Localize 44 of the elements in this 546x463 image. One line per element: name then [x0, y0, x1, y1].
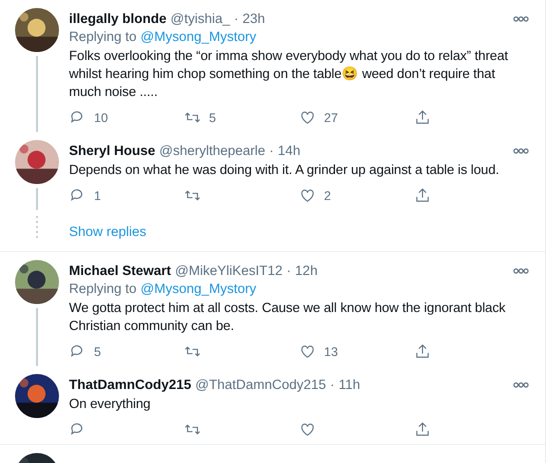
user-name[interactable]: Michael Stewart: [69, 263, 172, 278]
share-icon: [414, 343, 431, 360]
user-handle[interactable]: @ThatDamnCody215: [195, 377, 326, 392]
like-icon: [299, 109, 316, 126]
separator-dot: ·: [269, 143, 274, 158]
like-button[interactable]: 27: [299, 109, 414, 126]
reply-button[interactable]: 5: [69, 343, 184, 360]
tweet-text: We gotta protect him at all costs. Cause we all know how the ignorant black Christian community can be.: [69, 299, 506, 335]
timestamp[interactable]: 12h: [295, 263, 318, 278]
tweet-text: Folks overlooking the “or imma show everybody what you do to relax” threat whilst hearing him chop something on the table😆 weed don’t require that much noise .....: [69, 47, 509, 101]
replying-label: Replying to: [69, 281, 137, 296]
like-button[interactable]: 13: [299, 343, 414, 360]
more-icon[interactable]: [513, 148, 529, 154]
user-handle[interactable]: @sherylthepearle: [159, 143, 266, 158]
like-icon: [299, 343, 316, 360]
reply-button[interactable]: 10: [69, 109, 184, 126]
user-handle[interactable]: @tyishia_: [170, 11, 230, 26]
separator-dot: ·: [330, 377, 335, 392]
mention-link[interactable]: @Mysong_Mystory: [140, 281, 256, 296]
show-replies-link[interactable]: Show replies: [69, 224, 146, 239]
separator-dot: ·: [234, 11, 239, 26]
replying-label: Replying to: [69, 29, 137, 44]
reply-button[interactable]: 1: [69, 187, 184, 204]
user-name[interactable]: ThatDamnCody215: [69, 377, 192, 392]
like-icon: [299, 187, 316, 204]
tweet-text: On everything: [69, 395, 152, 413]
user-name[interactable]: Sheryl House: [69, 143, 156, 158]
more-icon[interactable]: [513, 382, 529, 388]
timestamp[interactable]: 11h: [338, 377, 360, 392]
more-icon[interactable]: [513, 16, 529, 22]
separator-dot: ·: [286, 263, 292, 278]
tweet-text: Depends on what he was doing with it. A grinder up against a table is loud.: [69, 161, 500, 179]
like-icon: [299, 421, 316, 438]
user-handle[interactable]: @MikeYliKesIT12: [175, 263, 283, 278]
timestamp[interactable]: 23h: [242, 11, 266, 26]
share-icon: [414, 109, 431, 126]
share-icon: [414, 421, 431, 438]
user-name[interactable]: illegally blonde: [69, 11, 167, 26]
retweet-button[interactable]: 5: [184, 109, 299, 126]
like-button[interactable]: 2: [299, 187, 414, 204]
share-icon: [414, 187, 431, 204]
more-icon[interactable]: [513, 268, 529, 274]
mention-link[interactable]: @Mysong_Mystory: [140, 29, 256, 44]
timestamp[interactable]: 14h: [278, 143, 300, 158]
